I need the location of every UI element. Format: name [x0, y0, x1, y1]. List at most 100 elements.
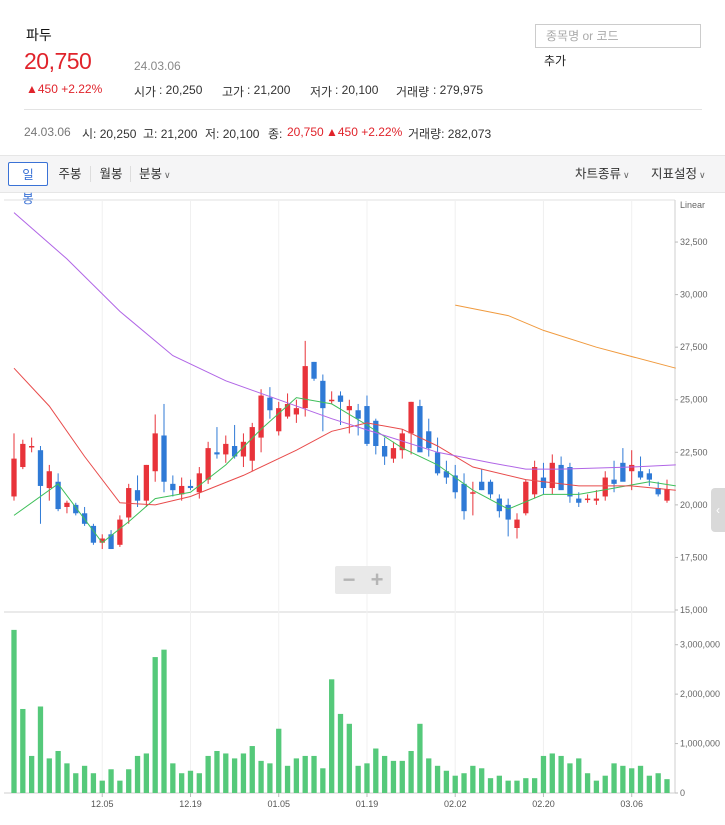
search-input[interactable] [535, 24, 701, 48]
candle-body [593, 498, 600, 501]
candle-body [231, 446, 238, 457]
open-value: : 20,250 [159, 83, 203, 97]
volume-bar [320, 768, 326, 793]
volume-bar [434, 765, 441, 793]
candle-body [249, 427, 255, 461]
candle-body [576, 498, 582, 503]
candle-body [523, 481, 529, 514]
candle-body [46, 471, 52, 489]
candle-body [514, 519, 520, 528]
volume-bar [620, 765, 626, 793]
chevron-down-icon: ∨ [699, 170, 706, 180]
volume-bar [29, 755, 35, 793]
summary-close: 20,750 [287, 125, 324, 139]
stock-name: 파두 [26, 27, 52, 43]
volume-value: : 279,975 [433, 83, 484, 97]
volume-bar [37, 706, 44, 793]
side-panel-handle[interactable]: ‹ [711, 488, 725, 532]
volume-bar [46, 758, 52, 793]
candle-body [161, 435, 167, 482]
summary-low: 저: 20,100 [205, 127, 260, 141]
candle-body [37, 450, 44, 486]
candle-body [320, 380, 326, 409]
volume-bar [284, 765, 291, 793]
moving-average-line [455, 304, 676, 369]
volume-bar [408, 750, 414, 793]
x-tick-label: 01.19 [356, 799, 379, 809]
volume-bar [390, 760, 397, 793]
volume-bar [540, 755, 547, 793]
candle-body [620, 462, 626, 482]
candle-body [426, 431, 432, 449]
indicator-settings-dropdown[interactable]: 지표설정 ∨ [651, 162, 706, 187]
x-tick-label: 03.06 [620, 799, 643, 809]
volume-bar [426, 758, 432, 793]
volume-bar [73, 773, 79, 793]
volume-bar [126, 769, 132, 793]
candle-body [487, 481, 494, 495]
add-button[interactable]: 추가 [544, 52, 566, 69]
candle-body [134, 490, 141, 501]
candle-body [337, 395, 344, 402]
candle-body [267, 397, 273, 411]
candle-body [152, 433, 158, 472]
volume-bar [399, 760, 405, 793]
volume-bar [276, 728, 282, 793]
volume-bar [20, 708, 26, 793]
volume-bar [646, 775, 652, 793]
candle-body [381, 446, 388, 457]
volume-bar [205, 755, 211, 793]
candle-body [311, 361, 317, 379]
candle-body [549, 462, 555, 489]
summary-change: ▲450 +2.22% [326, 125, 403, 139]
zoom-in-button[interactable]: + [363, 566, 391, 594]
moving-average-line [13, 397, 676, 544]
volume-bar [170, 763, 176, 793]
tab-minute[interactable]: 분봉 ∨ [131, 162, 181, 186]
volume-bar [258, 760, 264, 793]
volume-bar [381, 755, 388, 793]
candle-body [417, 406, 423, 453]
candle-body [611, 479, 617, 484]
candle-body [390, 448, 397, 459]
volume-bar [196, 773, 202, 793]
volume-bar [549, 753, 555, 793]
tab-monthly[interactable]: 월봉 [91, 162, 131, 186]
volume-bar [223, 753, 229, 793]
volume-bar [452, 775, 458, 793]
stock-chart[interactable]: Linear 32,500 30,000 27,500 25,000 22,500 20,0… [0, 195, 725, 825]
volume-bar [637, 765, 644, 793]
candle-body [20, 443, 26, 468]
volume-bar [602, 775, 608, 793]
price-tick-label: 25,000 [680, 395, 708, 405]
volume-bar [90, 773, 97, 793]
chart-type-dropdown[interactable]: 차트종류 ∨ [575, 162, 630, 187]
volume-bar [505, 780, 511, 793]
header-divider [24, 109, 702, 110]
summary-high: 고: 21,200 [143, 127, 198, 141]
chart-type-label: 차트종류 [575, 167, 622, 181]
summary-volume: 거래량: 282,073 [408, 127, 492, 141]
candle-body [117, 519, 123, 545]
volume-bar [81, 765, 88, 793]
volume-bar [161, 649, 167, 793]
tab-daily[interactable]: 일봉 [8, 162, 48, 206]
low-value: : 20,100 [335, 83, 379, 97]
volume-bar [329, 679, 335, 793]
volume-bar [302, 755, 308, 793]
summary-close-label: 종: [268, 127, 283, 141]
zoom-out-button[interactable]: − [335, 566, 363, 594]
candle-body [461, 483, 467, 512]
volume-bar [461, 773, 467, 793]
tab-weekly[interactable]: 주봉 [50, 162, 90, 186]
low-label: 저가 [310, 85, 333, 99]
volume-bar [267, 763, 273, 793]
high-value: : 21,200 [247, 83, 291, 97]
open-label: 시가 [134, 85, 157, 99]
x-tick-label: 02.20 [532, 799, 555, 809]
candle-body [223, 443, 229, 455]
candle-body [64, 502, 70, 507]
volume-bar [470, 765, 476, 793]
candle-body [629, 464, 635, 472]
volume-bar [346, 723, 352, 793]
